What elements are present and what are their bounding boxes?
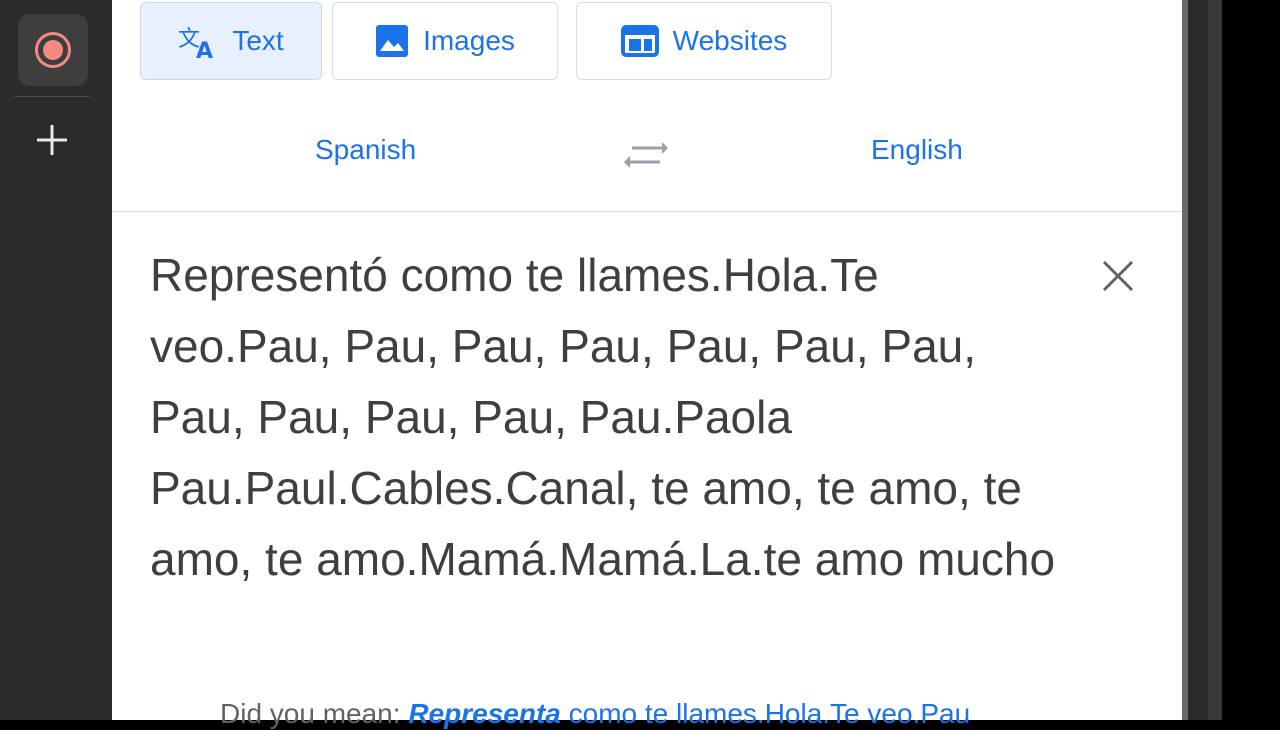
suggestion-link[interactable]: Representa como te llames.Hola.Te veo.Pa… bbox=[408, 698, 970, 729]
close-icon bbox=[1102, 260, 1134, 292]
did-you-mean-label: Did you mean: bbox=[220, 698, 401, 729]
tab-text-label: Text bbox=[232, 25, 284, 56]
translate-panel: 文 A Text Images Websites Spanish English… bbox=[112, 0, 1182, 729]
record-icon bbox=[35, 32, 71, 68]
source-text-input[interactable]: Representó como te llames.Hola.Te veo.Pa… bbox=[150, 240, 1070, 595]
tab-websites[interactable]: Websites bbox=[576, 2, 832, 80]
record-button[interactable] bbox=[18, 14, 88, 86]
image-icon bbox=[375, 24, 409, 58]
add-button[interactable] bbox=[30, 118, 74, 162]
did-you-mean: Did you mean: Representa como te llames.… bbox=[220, 698, 1170, 730]
swap-arrows-icon[interactable] bbox=[624, 138, 668, 179]
plus-icon bbox=[37, 125, 67, 155]
tab-websites-label: Websites bbox=[672, 25, 788, 56]
tab-text[interactable]: 文 A Text bbox=[140, 2, 322, 80]
rail-divider bbox=[14, 96, 90, 97]
scroll-track bbox=[1208, 0, 1222, 720]
suggestion-rest: como te llames.Hola.Te veo.Pau bbox=[568, 698, 971, 729]
clear-button[interactable] bbox=[1100, 258, 1136, 294]
website-icon bbox=[620, 25, 659, 57]
svg-text:A: A bbox=[196, 39, 213, 60]
translate-icon: 文 A bbox=[178, 22, 218, 60]
tab-images-label: Images bbox=[423, 25, 515, 56]
side-rail bbox=[0, 0, 112, 720]
language-selector-row: Spanish English bbox=[112, 122, 1182, 186]
suggestion-corrected-word: Representa bbox=[408, 698, 561, 729]
source-language-button[interactable]: Spanish bbox=[315, 134, 416, 166]
target-language-button[interactable]: English bbox=[871, 134, 963, 166]
window-edge-shadow bbox=[1188, 0, 1208, 720]
tab-images[interactable]: Images bbox=[332, 2, 558, 80]
divider bbox=[112, 211, 1182, 212]
